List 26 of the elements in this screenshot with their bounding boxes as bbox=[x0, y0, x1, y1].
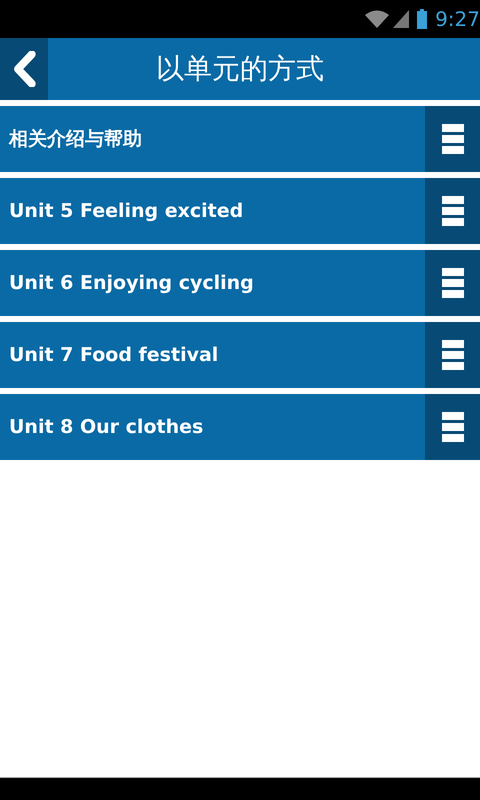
status-time: 9:27 bbox=[435, 7, 480, 31]
unit-list-item[interactable]: 相关介绍与帮助 bbox=[0, 106, 480, 172]
menu-button[interactable] bbox=[425, 394, 480, 460]
menu-icon bbox=[442, 340, 464, 370]
unit-label: Unit 6 Enjoying cycling bbox=[8, 272, 255, 294]
unit-list-item[interactable]: Unit 6 Enjoying cycling bbox=[0, 250, 480, 316]
unit-list-item[interactable]: Unit 7 Food festival bbox=[0, 322, 480, 388]
unit-label: Unit 7 Food festival bbox=[8, 344, 220, 366]
wifi-icon bbox=[365, 10, 390, 28]
menu-icon bbox=[442, 412, 464, 442]
menu-icon bbox=[442, 268, 464, 298]
battery-icon bbox=[417, 9, 428, 29]
back-button[interactable] bbox=[0, 38, 48, 100]
unit-label: 相关介绍与帮助 bbox=[8, 127, 143, 152]
menu-button[interactable] bbox=[425, 250, 480, 316]
unit-label: Unit 8 Our clothes bbox=[8, 416, 204, 438]
signal-icon bbox=[393, 10, 410, 28]
unit-list-item[interactable]: Unit 8 Our clothes bbox=[0, 394, 480, 460]
menu-icon bbox=[442, 196, 464, 226]
unit-list-item[interactable]: Unit 5 Feeling excited bbox=[0, 178, 480, 244]
menu-button[interactable] bbox=[425, 322, 480, 388]
menu-button[interactable] bbox=[425, 106, 480, 172]
menu-button[interactable] bbox=[425, 178, 480, 244]
menu-icon bbox=[442, 124, 464, 154]
screen-title: 以单元的方式 bbox=[155, 51, 325, 87]
unit-label: Unit 5 Feeling excited bbox=[8, 200, 244, 222]
